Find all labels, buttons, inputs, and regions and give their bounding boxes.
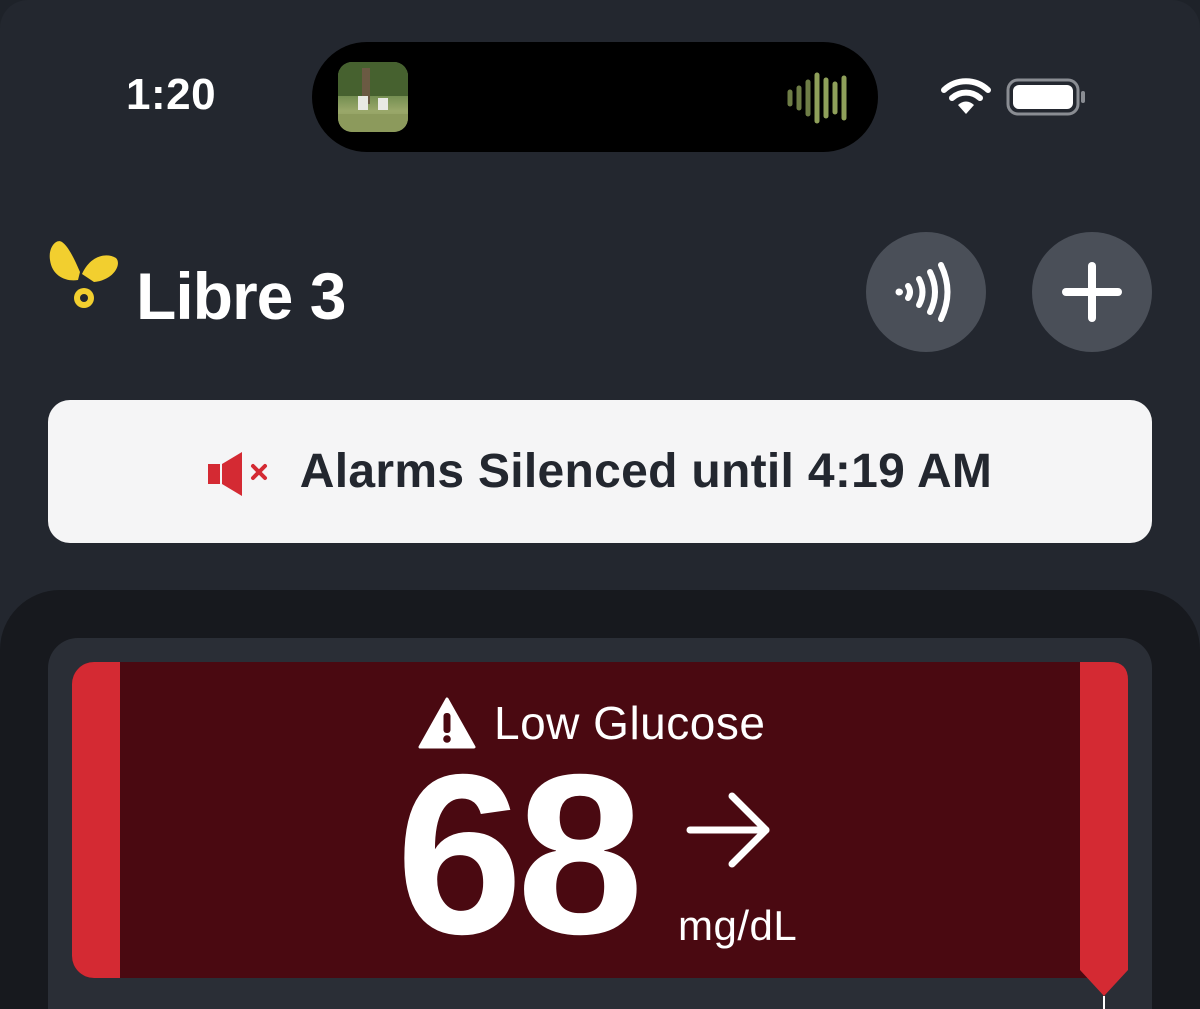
arrow-right-icon bbox=[686, 792, 770, 868]
nfc-scan-icon bbox=[895, 262, 951, 322]
scan-sensor-button[interactable] bbox=[866, 232, 986, 352]
unit-label: mg/dL bbox=[678, 902, 798, 949]
plus-icon bbox=[1062, 262, 1122, 322]
alarms-silenced-banner[interactable]: Alarms Silenced until 4:19 AM bbox=[48, 400, 1152, 543]
status-time: 1:20 bbox=[126, 70, 217, 119]
now-playing-thumbnail bbox=[338, 62, 408, 132]
butterfly-logo-icon bbox=[49, 241, 118, 308]
dynamic-island[interactable] bbox=[312, 42, 878, 152]
range-marker bbox=[1080, 662, 1128, 1009]
alarm-banner-text: Alarms Silenced until 4:19 AM bbox=[299, 445, 993, 498]
app-title: Libre 3 bbox=[136, 259, 346, 333]
app-screen: 1:20 Libre 3 Alarms Silenced until 4:19 … bbox=[0, 0, 1200, 1009]
wifi-icon bbox=[941, 78, 991, 114]
speaker-muted-icon bbox=[207, 451, 267, 496]
battery-icon bbox=[1006, 78, 1085, 116]
low-range-bar bbox=[72, 662, 120, 978]
glucose-value: 68 bbox=[396, 728, 644, 982]
add-button[interactable] bbox=[1032, 232, 1152, 352]
audio-waveform-icon bbox=[787, 72, 847, 124]
